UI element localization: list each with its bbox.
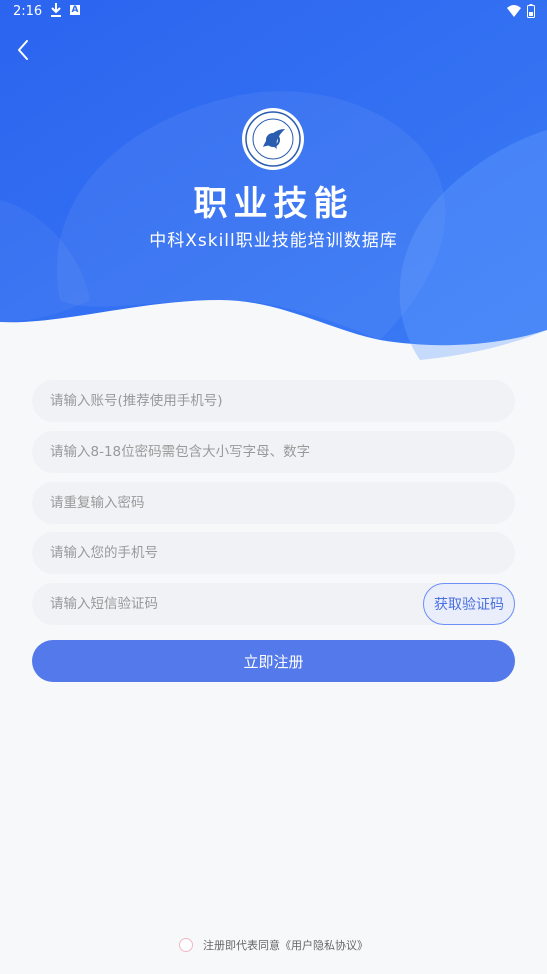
brand-subtitle: 中科Xskill职业技能培训数据库 [149,231,398,251]
header-banner: 2:16 A 职业技能 中科Xskill职业技能培训数据库 [0,0,547,360]
app-notification-icon: A [70,5,80,15]
confirm-password-input[interactable] [48,494,515,512]
xskill-logo [242,108,304,170]
get-code-button[interactable]: 获取验证码 [423,583,515,625]
register-button[interactable]: 立即注册 [32,640,515,682]
password-field[interactable] [32,431,515,473]
status-time: 2:16 [13,4,43,19]
brand-title: 职业技能 [193,184,354,224]
password-input[interactable] [48,443,515,461]
download-icon [51,3,61,17]
confirm-password-field[interactable] [32,482,515,524]
chevron-left-icon [18,40,28,60]
sms-code-input[interactable] [48,595,422,613]
account-field[interactable] [32,380,515,422]
battery-icon [527,4,535,18]
status-bar: 2:16 A [0,0,547,24]
phone-input[interactable] [48,544,515,562]
account-input[interactable] [48,392,515,410]
agreement-row: 注册即代表同意《用户隐私协议》 [0,937,547,953]
phone-field[interactable] [32,532,515,574]
agreement-text[interactable]: 注册即代表同意《用户隐私协议》 [203,937,368,953]
sms-code-field[interactable]: 获取验证码 [32,583,515,625]
agreement-checkbox[interactable] [179,938,193,952]
wifi-icon [507,5,521,17]
back-button[interactable] [10,36,38,64]
